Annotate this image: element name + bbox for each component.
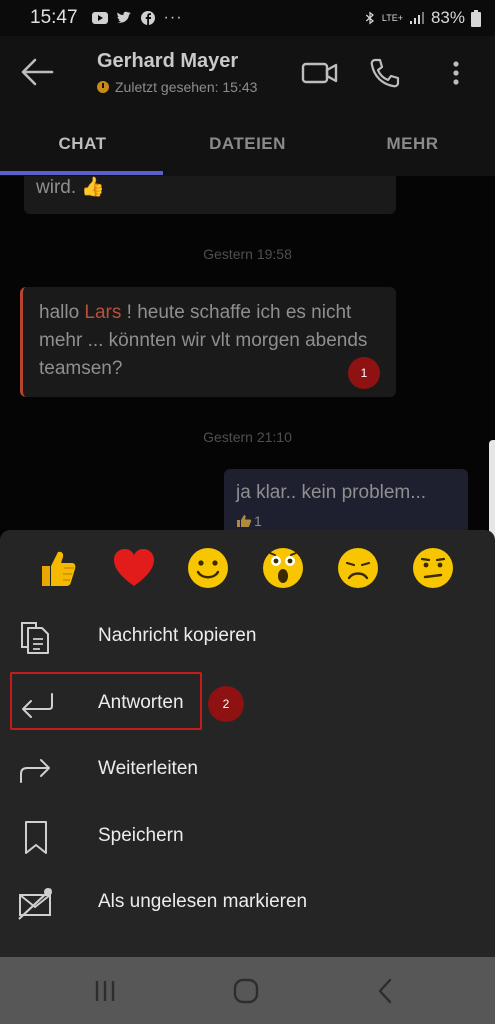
- battery-percent: 83%: [430, 8, 465, 27]
- tab-mehr[interactable]: MEHR: [330, 116, 495, 176]
- bluetooth-icon: [365, 11, 374, 25]
- away-clock-icon: [97, 81, 109, 93]
- phone-call-icon[interactable]: [364, 56, 404, 90]
- chat-history[interactable]: wird. 👍 Gestern 19:58 hallo Lars ! heute…: [0, 176, 495, 530]
- menu-item-mark-unread[interactable]: Als ungelesen markieren: [0, 873, 495, 933]
- message-reaction[interactable]: 1: [236, 507, 456, 530]
- video-call-icon[interactable]: [300, 56, 340, 90]
- tab-dateien[interactable]: DATEIEN: [165, 116, 330, 176]
- home-icon[interactable]: [226, 975, 266, 1007]
- like-emoji[interactable]: [34, 544, 82, 592]
- surprised-emoji[interactable]: [259, 544, 307, 592]
- message-text-before: hallo: [39, 302, 85, 323]
- reaction-count: 1: [254, 513, 262, 529]
- notification-icons: ···: [91, 9, 183, 27]
- sad-emoji[interactable]: [334, 544, 382, 592]
- active-tab-indicator: [0, 171, 163, 175]
- date-separator: Gestern 19:58: [203, 246, 292, 262]
- system-icons: LTE+ 83%: [364, 8, 481, 28]
- status-time: 15:47: [30, 7, 78, 28]
- youtube-icon: [91, 12, 108, 24]
- bookmark-icon: [25, 821, 47, 854]
- system-nav-bar: [0, 957, 495, 1024]
- chat-header: Gerhard Mayer Zuletzt gesehen: 15:43: [0, 36, 495, 116]
- heart-emoji[interactable]: [110, 544, 158, 592]
- battery-icon: [471, 9, 481, 27]
- message-bubble-own[interactable]: ja klar.. kein problem... 1: [224, 469, 468, 530]
- twitter-icon: [116, 11, 131, 23]
- menu-label-copy: Nachricht kopieren: [98, 625, 257, 646]
- last-seen-text: Zuletzt gesehen: 15:43: [115, 79, 258, 95]
- mark-unread-icon: [18, 888, 52, 920]
- recent-apps-icon[interactable]: [85, 975, 125, 1007]
- reaction-picker: [0, 544, 495, 600]
- menu-label-forward: Weiterleiten: [98, 758, 198, 779]
- date-separator: Gestern 21:10: [203, 429, 292, 445]
- like-mini-icon: [237, 515, 252, 527]
- menu-item-save[interactable]: Speichern: [0, 807, 495, 867]
- signal-icon: [409, 12, 424, 24]
- step-badge-1: 1: [348, 357, 380, 389]
- menu-item-copy[interactable]: Nachricht kopieren: [0, 607, 495, 667]
- more-icon: ···: [163, 9, 183, 26]
- copy-icon: [21, 622, 49, 654]
- message-text: ja klar.. kein problem...: [236, 482, 427, 503]
- message-bubble-selected[interactable]: hallo Lars ! heute schaffe ich es nicht …: [20, 287, 396, 397]
- status-bar: 15:47 ··· LTE+ 83%: [0, 0, 495, 36]
- tab-bar: CHAT DATEIEN MEHR: [0, 116, 495, 176]
- message-actions-sheet: Nachricht kopieren Antworten 2 Weiterlei…: [0, 530, 495, 957]
- menu-label-mark-unread: Als ungelesen markieren: [98, 891, 308, 912]
- last-seen-status: Zuletzt gesehen: 15:43: [97, 79, 257, 95]
- more-vertical-icon[interactable]: [436, 56, 476, 90]
- menu-label-save: Speichern: [98, 825, 184, 846]
- network-type: LTE+: [381, 12, 403, 23]
- step-badge-2: 2: [208, 686, 244, 722]
- back-nav-icon[interactable]: [366, 975, 406, 1007]
- mention-lars[interactable]: Lars: [84, 302, 121, 323]
- forward-icon: [20, 759, 50, 783]
- confused-emoji[interactable]: [409, 544, 457, 592]
- reply-highlight-frame: [10, 672, 202, 730]
- back-arrow-icon[interactable]: [18, 54, 58, 90]
- menu-item-forward[interactable]: Weiterleiten: [0, 740, 495, 800]
- facebook-icon: [140, 11, 155, 25]
- message-bubble[interactable]: wird. 👍: [24, 176, 396, 214]
- message-text: wird. 👍: [36, 177, 106, 198]
- smile-emoji[interactable]: [184, 544, 232, 592]
- tab-chat[interactable]: CHAT: [0, 116, 165, 176]
- contact-name[interactable]: Gerhard Mayer: [97, 50, 238, 73]
